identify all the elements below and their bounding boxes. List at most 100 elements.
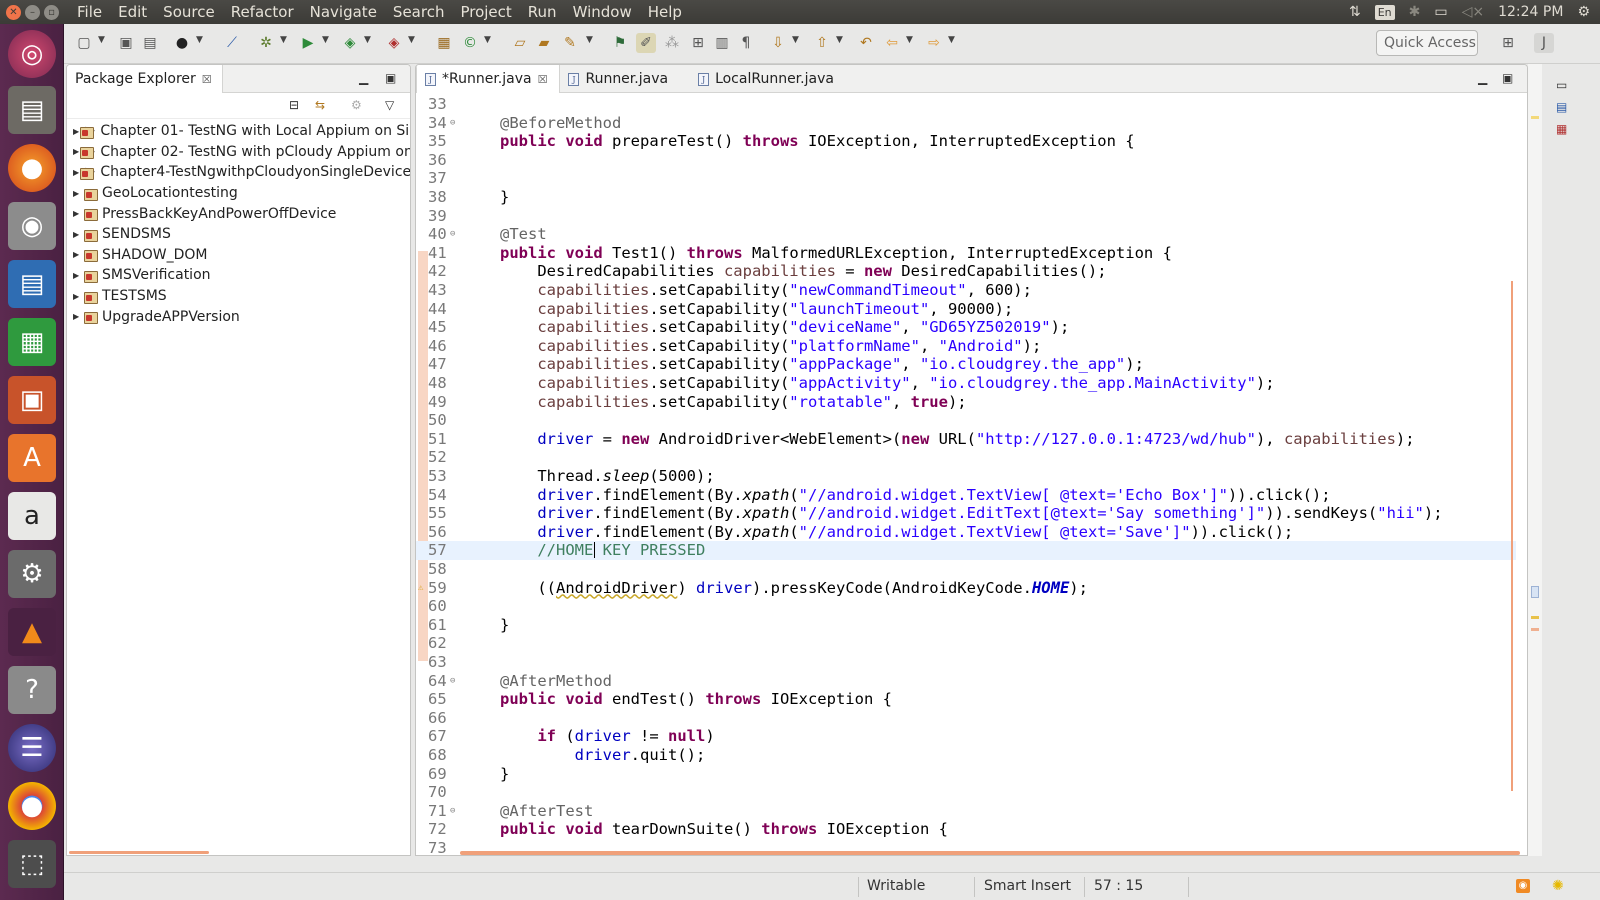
horizontal-scrollbar[interactable] [67,849,410,855]
menu-help[interactable]: Help [640,0,690,24]
last-edit-location-icon[interactable]: ↶ [856,33,876,53]
code-line[interactable]: 65 public void endTest() throws IOExcepti… [416,690,1516,709]
firefox-icon[interactable]: ● [8,144,56,192]
save-all-icon[interactable]: ▤ [140,33,160,53]
view-menu-icon[interactable]: ▽ [385,98,394,112]
restore-icon[interactable]: ▭ [1556,78,1567,92]
volume-muted-icon[interactable]: ◁× [1462,4,1485,20]
external-tools-icon[interactable]: ◈ [384,33,404,53]
code-line[interactable]: 53 Thread.sleep(5000); [416,467,1516,486]
window-minimize-button[interactable]: – [25,4,40,20]
code-line[interactable]: 72 public void tearDownSuite() throws IOE… [416,820,1516,839]
code-line[interactable]: 59 ⚠ ((AndroidDriver) driver).pressKeyCod… [416,579,1516,598]
tree-item-project[interactable]: ▶ > Chapter 01- TestNG with Local Appium … [67,121,410,142]
code-line[interactable]: 33 [416,95,1516,114]
expand-arrow-icon[interactable]: ▶ [73,250,83,259]
network-transfer-icon[interactable]: ⇅ [1349,4,1361,20]
code-line[interactable]: 56 driver.findElement(By.xpath("//androi… [416,523,1516,542]
filter-icon[interactable]: ⚙ [351,98,362,112]
code-line[interactable]: 46 capabilities.setCapability("platformN… [416,337,1516,356]
expand-arrow-icon[interactable]: ▶ [73,209,83,218]
camera-app-icon[interactable]: ◉ [8,202,56,250]
vlc-icon[interactable]: ▲ [8,608,56,656]
code-line[interactable]: 43 capabilities.setCapability("newComman… [416,281,1516,300]
new-java-package-icon[interactable]: ▦ [434,33,454,53]
back-icon[interactable]: ⇦ [882,33,902,53]
code-line[interactable]: 55 driver.findElement(By.xpath("//androi… [416,504,1516,523]
outline-view-icon[interactable]: ▤ [1556,100,1567,114]
expand-arrow-icon[interactable]: ▶ [73,147,79,156]
task-list-icon[interactable]: ▦ [1556,122,1567,136]
code-line[interactable]: 70 [416,783,1516,802]
expand-arrow-icon[interactable]: ▶ [73,292,83,301]
workspaces-icon[interactable]: ⬚ [8,840,56,888]
tab-package-explorer[interactable]: Package Explorer ☒ [67,65,223,93]
help-icon[interactable]: ? [8,666,56,714]
maximize-icon[interactable]: ▣ [1502,71,1513,85]
code-line[interactable]: 58 [416,560,1516,579]
code-line[interactable]: 37 [416,169,1516,188]
code-line[interactable]: 54 driver.findElement(By.xpath("//androi… [416,486,1516,505]
code-line[interactable]: 39 [416,207,1516,226]
minimize-icon[interactable]: ▁ [1478,71,1487,85]
mark-occurrences-icon[interactable]: ✐ [636,33,656,53]
menu-run[interactable]: Run [520,0,565,24]
code-line[interactable]: 64 ⊖ @AfterMethod [416,672,1516,691]
run-icon[interactable]: ▶ [298,33,318,53]
next-annotation-icon[interactable]: ⇩ [768,33,788,53]
code-line[interactable]: 48 capabilities.setCapability("appActivi… [416,374,1516,393]
collapse-all-icon[interactable]: ⊟ [289,98,299,112]
code-line[interactable]: 67 if (driver != null) [416,727,1516,746]
code-line[interactable]: 69} [416,765,1516,784]
fold-toggle-icon[interactable]: ⊖ [450,114,455,133]
link-with-editor-icon[interactable]: ⇆ [315,98,325,112]
tab-local-runner-java[interactable]: J LocalRunner.java [690,65,846,93]
code-line[interactable]: 38} [416,188,1516,207]
menu-window[interactable]: Window [565,0,640,24]
code-line[interactable]: 68 driver.quit(); [416,746,1516,765]
code-line[interactable]: 57 //HOME KEY PRESSED [416,541,1516,560]
window-restore-button[interactable]: ▫ [44,4,59,20]
rss-feed-icon[interactable]: ◉ [1516,879,1530,893]
menu-refactor[interactable]: Refactor [223,0,302,24]
toggle-breadcrumb-icon[interactable]: ⚑ [610,33,630,53]
code-line[interactable]: 71 ⊖ @AfterTest [416,802,1516,821]
code-text-area[interactable]: 33 34 ⊖ @BeforeMethod 35 public void prepareT… [416,93,1527,855]
code-line[interactable]: 49 capabilities.setCapability("rotatable… [416,393,1516,412]
code-line[interactable]: 62 [416,634,1516,653]
tree-item-project[interactable]: ▶ SENDSMS [67,224,410,245]
tab-runner-java[interactable]: J Runner.java [560,65,680,93]
menu-file[interactable]: File [69,0,110,24]
code-line[interactable]: 52 [416,448,1516,467]
menu-source[interactable]: Source [155,0,223,24]
amazon-icon[interactable]: a [8,492,56,540]
files-icon[interactable]: ▤ [8,86,56,134]
menu-navigate[interactable]: Navigate [302,0,385,24]
code-line[interactable]: 50 [416,411,1516,430]
chrome-icon[interactable]: ● [8,782,56,830]
tree-item-project[interactable]: ▶ > Chapter 02- TestNG with pCloudy Appiu… [67,142,410,163]
block-selection-icon[interactable]: ⁂ [662,33,682,53]
battery-icon[interactable]: ▭ [1434,4,1447,20]
keyboard-layout-indicator[interactable]: En [1374,4,1395,20]
open-type-icon[interactable]: ▱ [510,33,530,53]
tip-lightbulb-icon[interactable]: ✺ [1552,878,1564,894]
code-line[interactable]: 63 [416,653,1516,672]
skip-breakpoints-icon[interactable]: ⟋ [222,33,242,53]
forward-icon[interactable]: ⇨ [924,33,944,53]
quick-access-input[interactable]: Quick Access [1376,30,1478,56]
show-whitespace-icon[interactable]: ▥ [712,33,732,53]
code-line[interactable]: 60 [416,597,1516,616]
menu-search[interactable]: Search [385,0,453,24]
code-line[interactable]: 40 ⊖ @Test [416,225,1516,244]
tree-item-project[interactable]: ▶ PressBackKeyAndPowerOffDevice [67,203,410,224]
expand-arrow-icon[interactable]: ▶ [73,271,83,280]
expand-arrow-icon[interactable]: ▶ [73,312,83,321]
expand-arrow-icon[interactable]: ▶ [73,230,83,239]
new-java-class-icon[interactable]: © [460,33,480,53]
calc-icon[interactable]: ▦ [8,318,56,366]
pilcrow-icon[interactable]: ¶ [736,33,756,53]
settings-gear-icon[interactable]: ⚙ [1577,4,1590,20]
tree-item-project[interactable]: ▶ TESTSMS [67,286,410,307]
open-perspective-button-icon[interactable]: ⊞ [1498,33,1518,53]
